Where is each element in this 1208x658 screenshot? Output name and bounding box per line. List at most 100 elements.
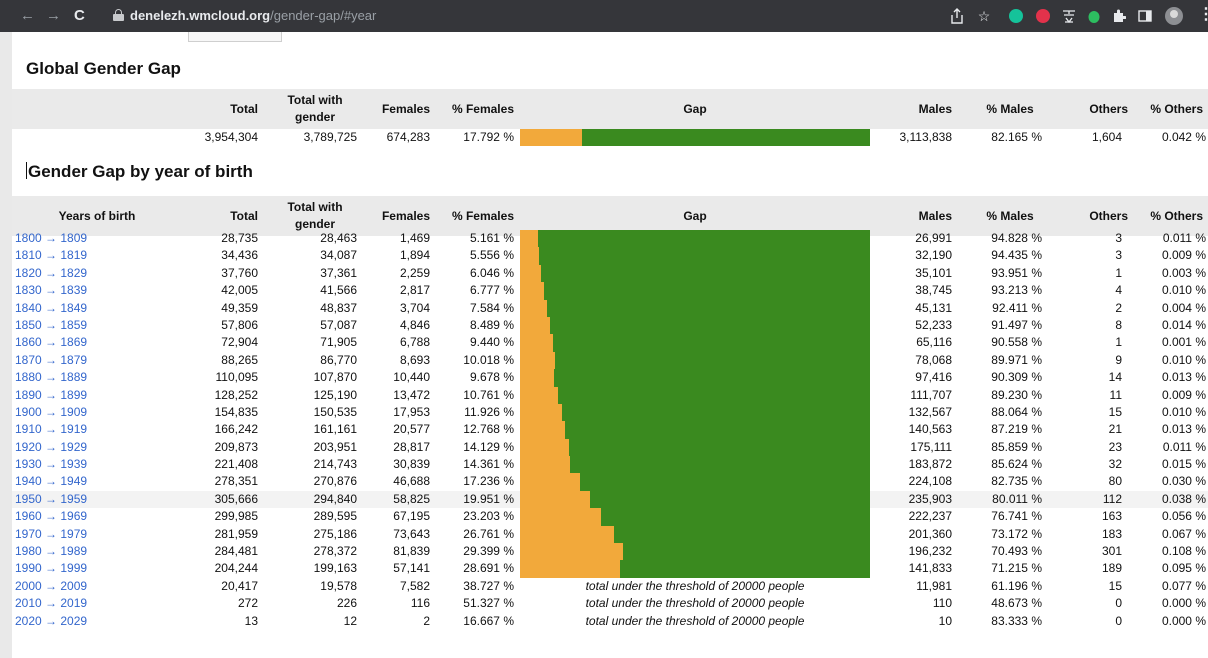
threshold-note: total under the threshold of 20000 peopl… [585,596,805,611]
gap-male-segment [570,456,870,474]
cell-males: 97,416 [915,370,952,385]
gap-female-segment [520,525,614,544]
years-of-birth-link[interactable]: 1860 → 1869 [15,335,87,349]
cell-total-with-gender: 226 [336,596,357,611]
cell-others: 21 [1108,422,1122,437]
gap-female-segment [520,369,554,387]
years-of-birth-link[interactable]: 1880 → 1889 [15,370,87,384]
years-of-birth-link[interactable]: 1930 → 1939 [15,457,87,471]
cell-total: 37,760 [221,265,258,280]
years-of-birth-link[interactable]: 1970 → 1979 [15,527,87,541]
years-of-birth-link[interactable]: 2000 → 2009 [15,579,87,593]
cell-others: 1 [1115,335,1122,350]
cell-pct-males: 73.172 % [991,526,1042,541]
cell-years-of-birth: 1910 → 1919 [15,421,175,438]
translate-extension-icon[interactable] [1061,8,1077,24]
cell-females: 2,817 [399,283,430,298]
cell-others: 189 [1101,561,1122,576]
gap-bar [520,282,870,300]
adblock-extension-icon[interactable] [1036,9,1050,23]
cell-pct-females: 5.161 % [469,231,514,245]
years-of-birth-link[interactable]: 1960 → 1969 [15,509,87,523]
apply-button-fragment[interactable] [188,32,282,42]
gap-male-segment [553,334,870,352]
cell-pct-females: 12.768 % [463,422,514,437]
years-of-birth-link[interactable]: 1980 → 1989 [15,544,87,558]
cell-years-of-birth: 1860 → 1869 [15,334,175,351]
cell-pct-females: 51.327 % [463,596,514,611]
years-of-birth-link[interactable]: 1910 → 1919 [15,422,87,436]
gap-female-segment [520,473,580,491]
more-menu-icon[interactable]: ⋮ [1198,6,1208,24]
cell-males: 140,563 [908,422,952,437]
cell-total: 281,959 [214,526,258,541]
cell-females: 3,704 [399,300,430,315]
global-females: 674,283 [386,130,430,144]
cell-pct-others: 0.010 % [1161,352,1206,367]
years-of-birth-link[interactable]: 1840 → 1849 [15,301,87,315]
gap-male-segment [538,230,870,248]
years-of-birth-link[interactable]: 1810 → 1819 [15,248,87,262]
cell-years-of-birth: 1800 → 1809 [15,230,175,247]
years-of-birth-link[interactable]: 1900 → 1909 [15,405,87,419]
cell-others: 4 [1115,283,1122,298]
table-row: 1950 → 1959 305,666 294,840 58,825 19.951 % 2… [12,490,1208,509]
gap-female-segment [520,316,550,335]
cell-total: 209,873 [214,439,258,454]
gap-threshold-note: total under the threshold of 20000 peopl… [520,578,870,595]
evernote-extension-icon[interactable] [1087,8,1101,24]
cell-males: 11,981 [916,578,952,593]
cell-pct-females: 14.129 % [463,439,514,454]
cell-total: 221,408 [214,457,258,472]
reload-icon[interactable]: C [74,7,85,25]
cell-pct-females: 28.691 % [463,561,514,576]
cell-pct-others: 0.000 % [1161,613,1206,628]
cell-females: 46,688 [393,474,430,489]
gap-threshold-note: total under the threshold of 20000 peopl… [520,613,870,630]
years-of-birth-link[interactable]: 1920 → 1929 [15,440,87,454]
years-of-birth-link[interactable]: 1870 → 1879 [15,353,87,367]
years-of-birth-link[interactable]: 2020 → 2029 [15,614,87,628]
gap-threshold-note: total under the threshold of 20000 peopl… [520,595,870,612]
threshold-note: total under the threshold of 20000 peopl… [585,578,805,593]
cell-females: 4,846 [399,317,430,332]
share-icon[interactable] [950,8,964,24]
back-icon[interactable]: ← [20,7,35,25]
cell-total-with-gender: 214,743 [313,457,357,472]
years-of-birth-link[interactable]: 2010 → 2019 [15,596,87,610]
years-of-birth-link[interactable]: 1850 → 1859 [15,318,87,332]
gap-male-segment [569,438,870,457]
cell-pct-males: 90.558 % [991,335,1042,350]
cell-females: 17,953 [393,404,430,419]
side-panel-icon[interactable] [1138,8,1152,24]
grammarly-extension-icon[interactable] [1009,9,1023,23]
years-of-birth-link[interactable]: 1820 → 1829 [15,266,87,280]
cell-males: 235,903 [908,491,952,506]
bookmark-star-icon[interactable]: ☆ [977,8,991,24]
gap-bar [520,351,870,370]
cell-total: 72,904 [221,335,258,350]
cell-others: 1 [1115,265,1122,280]
years-of-birth-link[interactable]: 1830 → 1839 [15,283,87,297]
gap-male-segment [541,264,870,283]
cell-pct-others: 0.030 % [1161,474,1206,489]
lock-icon[interactable] [113,9,124,21]
years-of-birth-link[interactable]: 1800 → 1809 [15,231,87,245]
cell-total: 204,244 [214,561,258,576]
gap-bar [520,438,870,457]
cell-males: 45,131 [915,300,952,315]
years-of-birth-link[interactable]: 1890 → 1899 [15,388,87,402]
table-row: 1810 → 1819 34,436 34,087 1,894 5.556 % 32,19… [12,247,1208,265]
years-of-birth-link[interactable]: 1990 → 1999 [15,561,87,575]
profile-avatar[interactable] [1165,7,1183,25]
gap-bar [520,421,870,439]
cell-pct-males: 87.219 % [991,422,1042,437]
gap-male-segment [562,403,870,422]
years-of-birth-link[interactable]: 1950 → 1959 [15,492,87,506]
forward-icon[interactable]: → [46,7,61,25]
cell-years-of-birth: 1820 → 1829 [15,265,175,282]
cell-total: 42,005 [221,283,258,298]
years-of-birth-link[interactable]: 1940 → 1949 [15,474,87,488]
address-bar[interactable]: denelezh.wmcloud.org/gender-gap/#year [130,8,376,24]
extensions-puzzle-icon[interactable] [1112,8,1127,24]
